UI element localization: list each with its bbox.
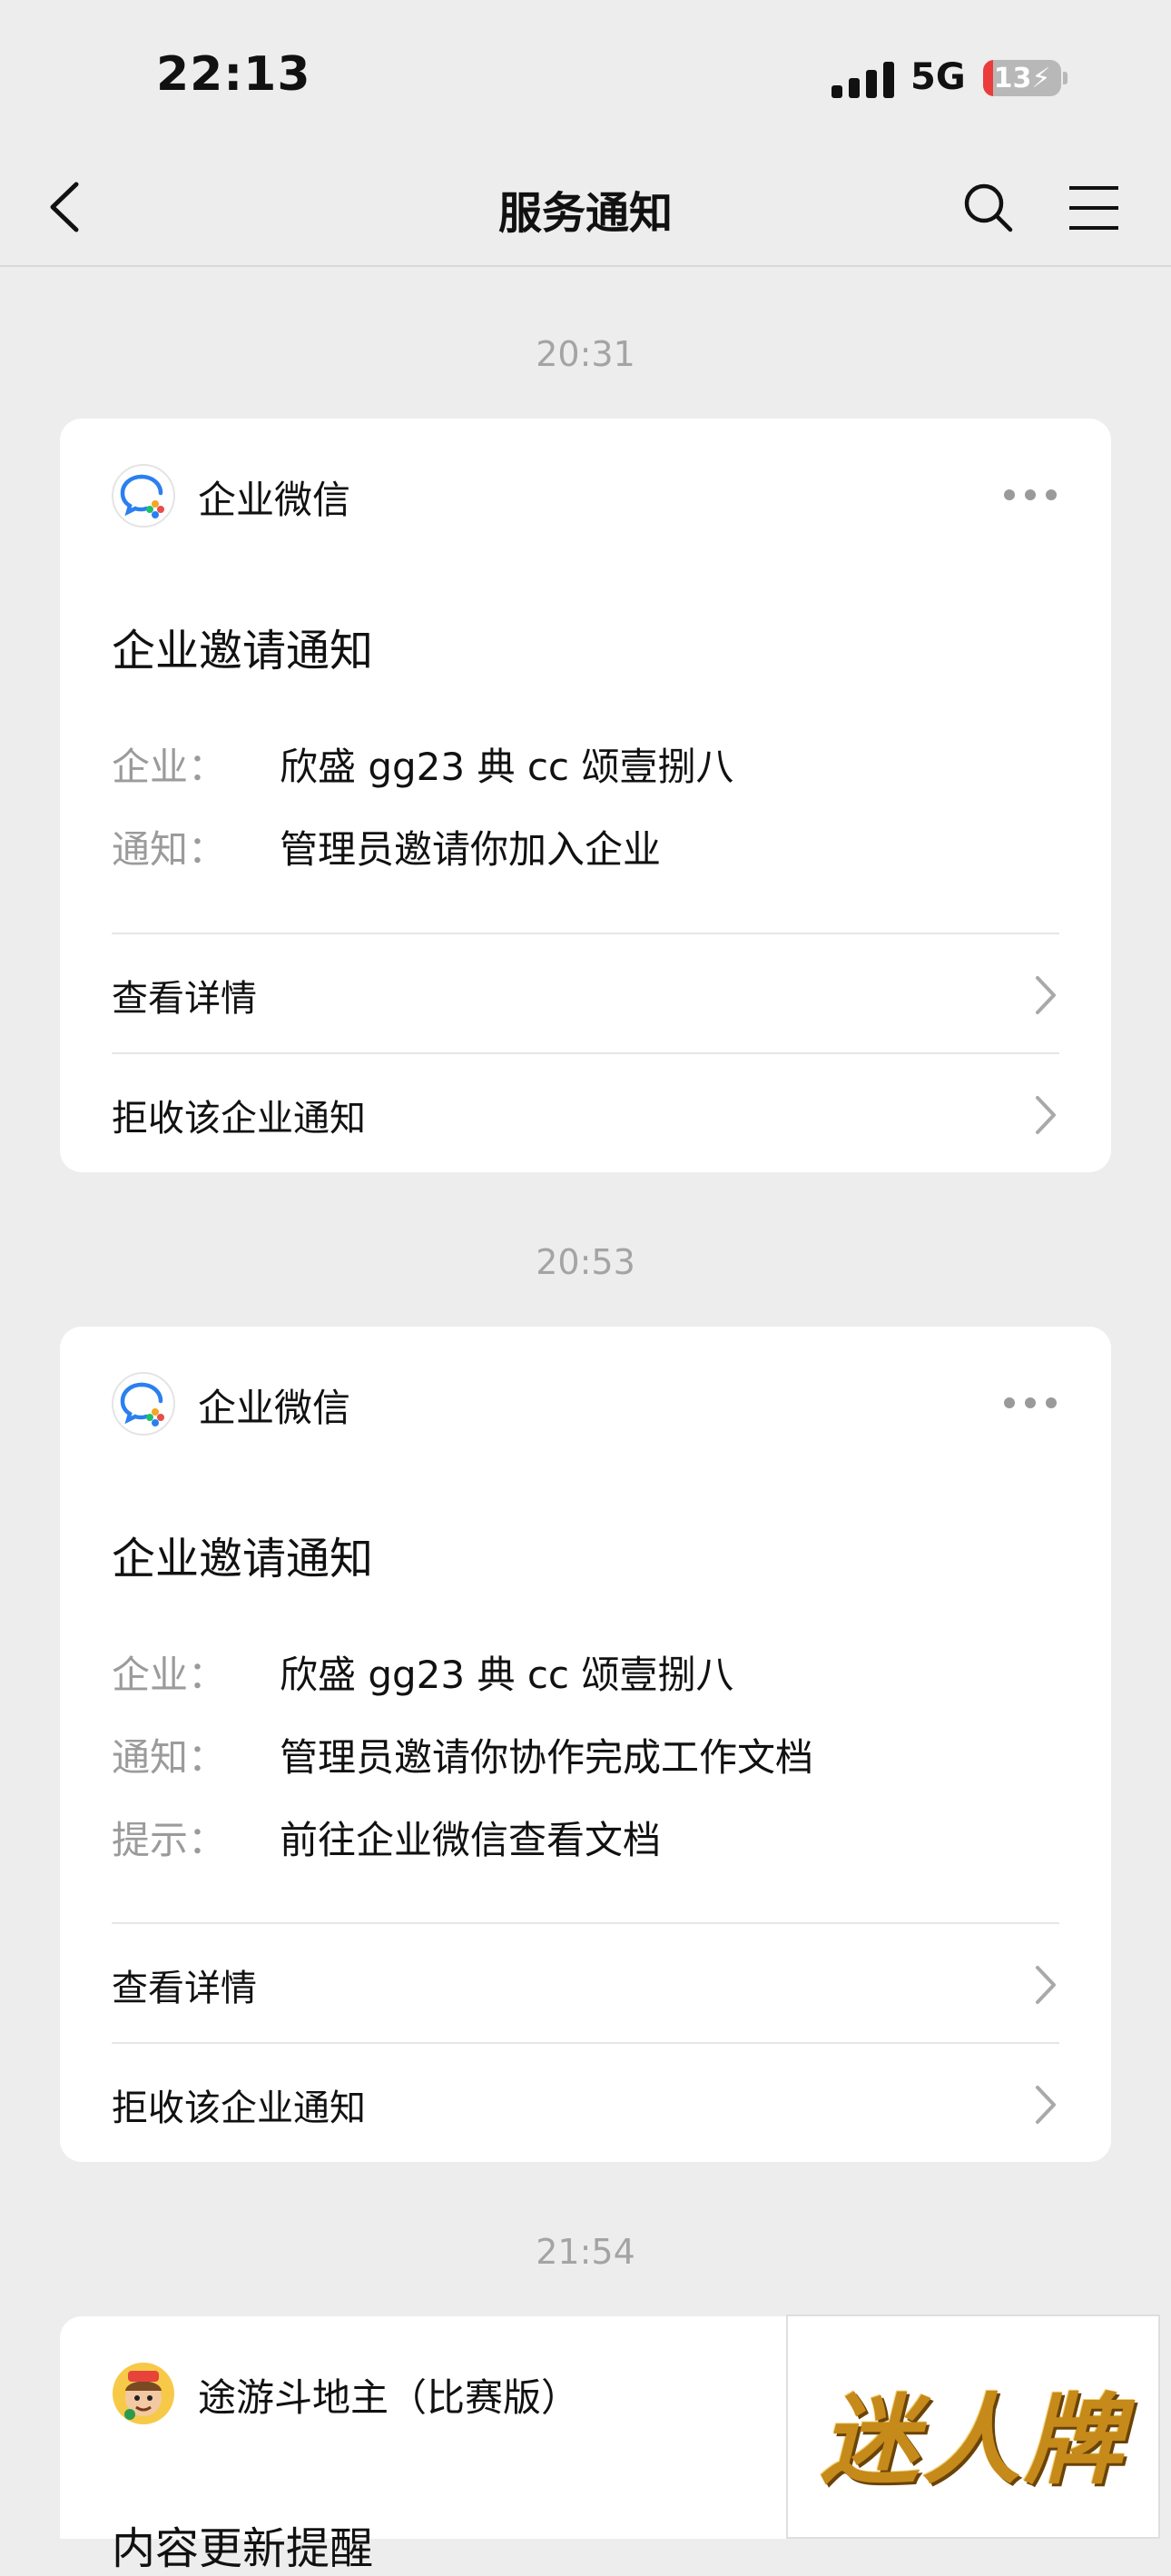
wecom-logo-icon [112, 1372, 175, 1436]
battery-nub [1063, 72, 1068, 84]
notification-card: 企业微信 企业邀请通知 企业： 欣盛 gg23 典 cc 颂壹捌八 通知： 管理… [60, 419, 1111, 1172]
field-label: 企业： [112, 745, 227, 789]
notification-title: 企业邀请通知 [112, 1534, 374, 1584]
chevron-right-icon [1036, 976, 1056, 1014]
field-value: 管理员邀请你协作完成工作文档 [280, 1735, 814, 1780]
chevron-right-icon [1036, 1096, 1056, 1134]
field-value: 前往企业微信查看文档 [280, 1818, 662, 1862]
message-time: 20:31 [536, 334, 635, 374]
sender-name: 途游斗地主（比赛版） [198, 2375, 580, 2420]
message-time: 20:53 [536, 1242, 635, 1282]
message-time: 21:54 [536, 2232, 635, 2272]
reject-notifications-button[interactable]: 拒收该企业通知 [112, 1054, 1059, 1172]
network-type: 5G [910, 56, 966, 98]
status-bar: 22:13 5G 13⚡ [0, 0, 1171, 150]
field-value: 欣盛 gg23 典 cc 颂壹捌八 [280, 1653, 734, 1697]
menu-icon[interactable] [1064, 183, 1124, 233]
view-details-button[interactable]: 查看详情 [112, 934, 1059, 1052]
wecom-logo-icon [112, 464, 175, 528]
more-options-icon[interactable] [1004, 489, 1057, 502]
battery-charging-icon: 13⚡ [983, 60, 1061, 96]
field-label: 通知： [112, 1735, 227, 1780]
field-value: 欣盛 gg23 典 cc 颂壹捌八 [280, 745, 734, 789]
notification-title: 内容更新提醒 [112, 2523, 374, 2574]
field-value: 管理员邀请你加入企业 [280, 827, 662, 872]
field-label: 通知： [112, 827, 227, 872]
sender-name: 企业微信 [198, 478, 351, 522]
status-time: 22:13 [156, 47, 311, 102]
more-options-icon[interactable] [1004, 1397, 1057, 1410]
nav-bar: 服务通知 [0, 150, 1171, 267]
chevron-right-icon [1036, 2086, 1056, 2124]
signal-bars-icon [832, 60, 895, 98]
action-label: 拒收该企业通知 [112, 2087, 366, 2129]
notification-card: 企业微信 企业邀请通知 企业： 欣盛 gg23 典 cc 颂壹捌八 通知： 管理… [60, 1327, 1111, 2162]
action-label: 查看详情 [112, 1968, 257, 2009]
reject-notifications-button[interactable]: 拒收该企业通知 [112, 2044, 1059, 2162]
overlay-ad[interactable]: 迷人牌 [786, 2314, 1160, 2539]
sender-name: 企业微信 [198, 1386, 351, 1430]
notification-title: 企业邀请通知 [112, 626, 374, 676]
action-label: 查看详情 [112, 978, 257, 1020]
view-details-button[interactable]: 查看详情 [112, 1924, 1059, 2042]
field-label: 提示： [112, 1818, 227, 1862]
field-label: 企业： [112, 1653, 227, 1697]
ad-text: 迷人牌 [820, 2384, 1126, 2498]
game-logo-icon [112, 2362, 175, 2425]
chevron-right-icon [1036, 1966, 1056, 2004]
search-icon[interactable] [958, 177, 1018, 237]
battery-value: 13⚡ [993, 63, 1051, 94]
action-label: 拒收该企业通知 [112, 1098, 366, 1140]
